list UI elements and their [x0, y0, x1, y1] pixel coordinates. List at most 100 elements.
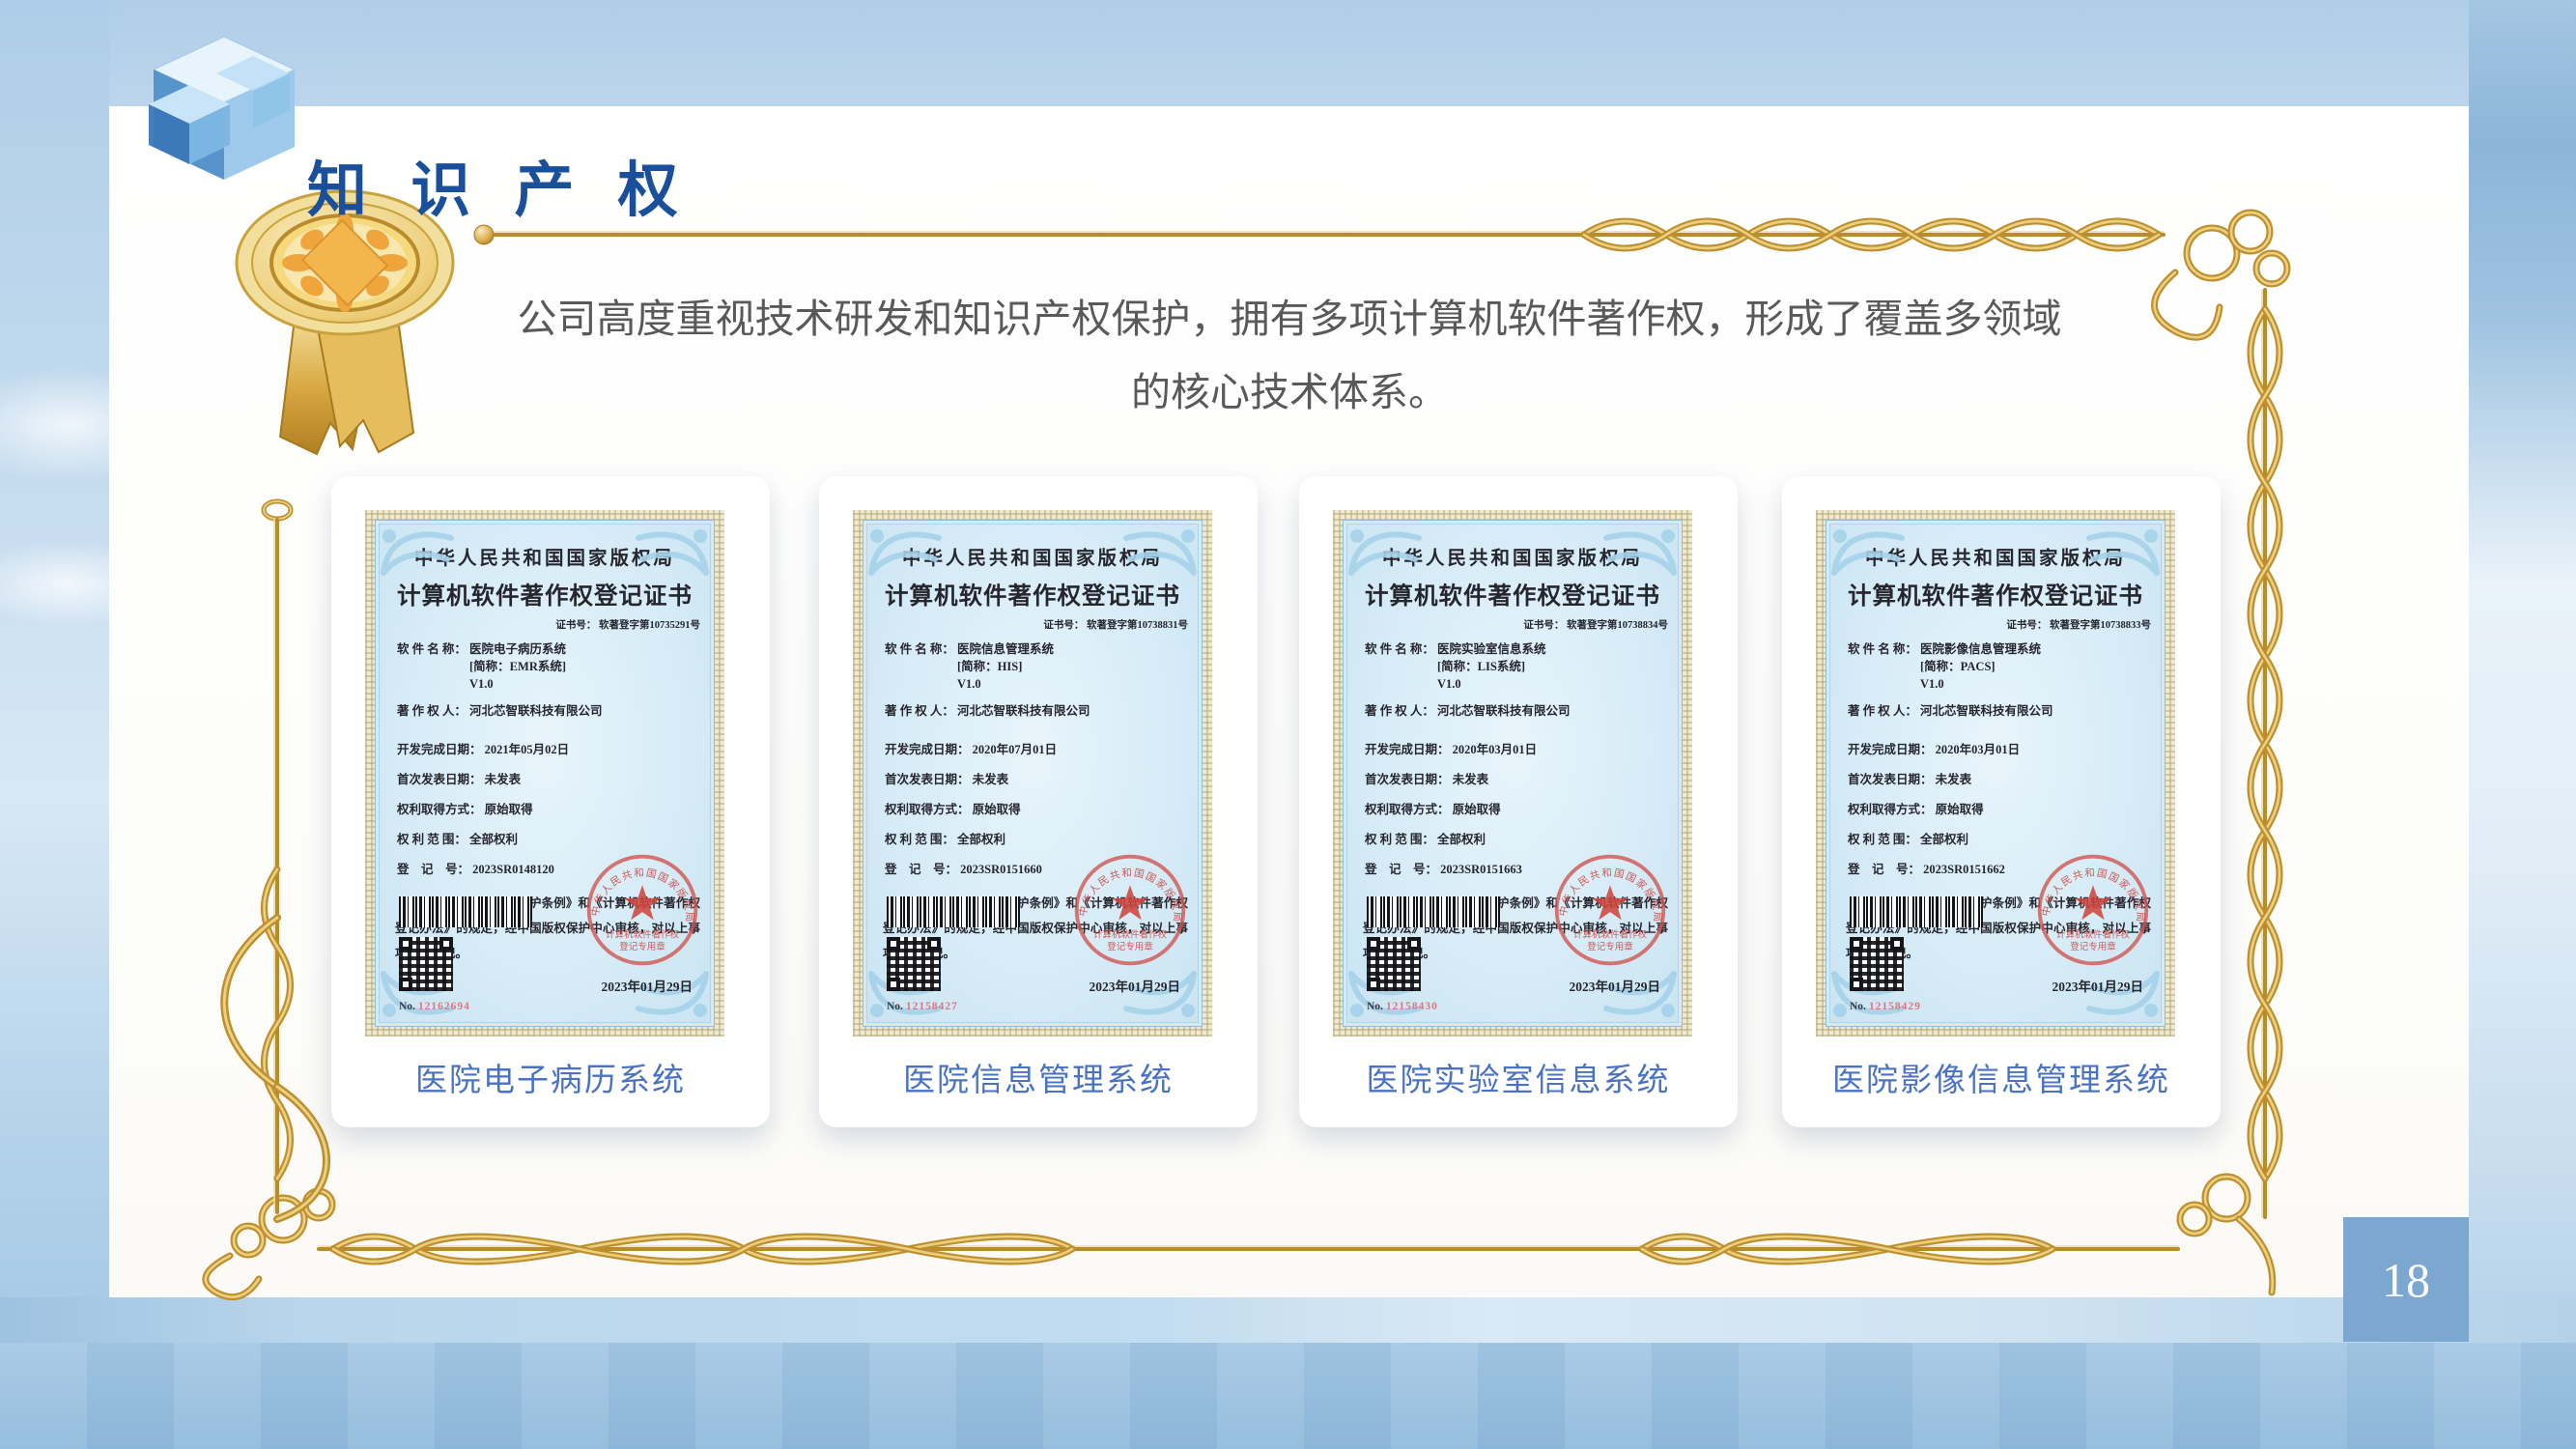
certificate-seal-date: 2023年01月29日	[1090, 976, 1181, 995]
certificate-number-line: 证书号： 软著登字第10738833号	[1826, 617, 2165, 632]
certificate-serial: No. 12158427	[887, 1001, 1032, 1012]
page-title: 知 识 产 权	[307, 141, 692, 228]
certificate-card: 中华人民共和国国家版权局 计算机软件著作权登记证书 证书号： 软著登字第1073…	[331, 476, 770, 1127]
qr-code-icon	[887, 937, 941, 991]
barcode-icon	[399, 896, 532, 927]
field-acquisition: 权利取得方式： 原始取得	[885, 801, 1188, 818]
field-software-name: 软 件 名 称： 医院信息管理系统 [简称：HIS] V1.0	[885, 640, 1188, 693]
certificate-doc-title: 计算机软件著作权登记证书	[863, 578, 1202, 611]
certificate-paper: 中华人民共和国国家版权局 计算机软件著作权登记证书 证书号： 软著登字第1073…	[1826, 520, 2166, 1027]
red-registration-seal-icon: 中华人民共和国国家版权局 计算机软件著作权 登记专用章	[1070, 850, 1190, 970]
certificate-serial: No. 12162694	[399, 1001, 544, 1012]
certificate-seal-date: 2023年01月29日	[2052, 976, 2144, 995]
certificate-doc-title: 计算机软件著作权登记证书	[376, 578, 714, 611]
certificate-fields: 软 件 名 称： 医院电子病历系统 [简称：EMR系统] V1.0 著 作 权 …	[376, 640, 714, 878]
barcode-icon	[1850, 896, 1983, 927]
flourish-corner-icon	[867, 525, 943, 582]
certificate-card: 中华人民共和国国家版权局 计算机软件著作权登记证书 证书号： 软著登字第1073…	[819, 476, 1258, 1127]
field-acquisition: 权利取得方式： 原始取得	[397, 801, 700, 818]
field-dev-date: 开发完成日期： 2020年03月01日	[1848, 741, 2151, 758]
certificate-serial: No. 12158429	[1850, 1001, 1995, 1012]
certificate-fields: 软 件 名 称： 医院信息管理系统 [简称：HIS] V1.0 著 作 权 人：…	[863, 640, 1202, 878]
certificate-card: 中华人民共和国国家版权局 计算机软件著作权登记证书 证书号： 软著登字第1073…	[1299, 476, 1738, 1127]
field-owner: 著 作 权 人： 河北芯智联科技有限公司	[885, 702, 1188, 720]
certificate-codes: No. 12158427	[887, 896, 1032, 1012]
intro-line-1: 公司高度重视技术研发和知识产权保护，拥有多项计算机软件著作权，形成了覆盖多领域	[348, 282, 2231, 355]
certificate-doc-title: 计算机软件著作权登记证书	[1344, 578, 1682, 611]
certificate-serial: No. 12158430	[1367, 1001, 1512, 1012]
svg-text:登记专用章: 登记专用章	[2070, 941, 2116, 952]
svg-text:计算机软件著作权: 计算机软件著作权	[606, 929, 680, 941]
intro-line-2: 的核心技术体系。	[348, 355, 2231, 429]
certificate-seal-date: 2023年01月29日	[1570, 976, 1661, 995]
field-dev-date: 开发完成日期： 2020年03月01日	[1365, 741, 1668, 758]
certificate-number-line: 证书号： 软著登字第10738834号	[1344, 617, 1682, 632]
certificate-codes: No. 12158429	[1850, 896, 1995, 1012]
red-registration-seal-icon: 中华人民共和国国家版权局 计算机软件著作权 登记专用章	[2033, 850, 2153, 970]
certificate-caption: 医院信息管理系统	[819, 1054, 1258, 1100]
field-dev-date: 开发完成日期： 2020年07月01日	[885, 741, 1188, 758]
certificate-codes: No. 12162694	[399, 896, 544, 1012]
field-scope: 权 利 范 围： 全部权利	[1365, 831, 1668, 848]
field-first-publish: 首次发表日期： 未发表	[1365, 771, 1668, 788]
certificate-image: 中华人民共和国国家版权局 计算机软件著作权登记证书 证书号： 软著登字第1073…	[1816, 510, 2175, 1037]
background-sky-left	[0, 0, 109, 1449]
certificate-doc-title: 计算机软件著作权登记证书	[1826, 578, 2165, 611]
field-software-name: 软 件 名 称： 医院影像信息管理系统 [简称：PACS] V1.0	[1848, 640, 2151, 693]
field-owner: 著 作 权 人： 河北芯智联科技有限公司	[397, 702, 700, 720]
certificate-image: 中华人民共和国国家版权局 计算机软件著作权登记证书 证书号： 软著登字第1073…	[365, 510, 724, 1037]
certificate-paper: 中华人民共和国国家版权局 计算机软件著作权登记证书 证书号： 软著登字第1073…	[863, 520, 1203, 1027]
certificate-fields: 软 件 名 称： 医院实验室信息系统 [简称：LIS系统] V1.0 著 作 权…	[1344, 640, 1682, 878]
flourish-corner-icon	[635, 525, 710, 582]
certificate-caption: 医院实验室信息系统	[1299, 1054, 1738, 1100]
field-first-publish: 首次发表日期： 未发表	[397, 771, 700, 788]
certificate-fields: 软 件 名 称： 医院影像信息管理系统 [简称：PACS] V1.0 著 作 权…	[1826, 640, 2165, 878]
background-band-light	[0, 1297, 2576, 1343]
page-number-badge: 18	[2343, 1217, 2469, 1342]
barcode-icon	[887, 896, 1020, 927]
flourish-corner-icon	[1347, 525, 1423, 582]
flourish-corner-icon	[380, 525, 455, 582]
certificate-caption: 医院影像信息管理系统	[1782, 1054, 2221, 1100]
field-first-publish: 首次发表日期： 未发表	[885, 771, 1188, 788]
flourish-corner-icon	[1602, 525, 1678, 582]
flourish-corner-icon	[1830, 525, 1906, 582]
svg-text:计算机软件著作权: 计算机软件著作权	[1093, 929, 1168, 941]
qr-code-icon	[1367, 937, 1421, 991]
field-owner: 著 作 权 人： 河北芯智联科技有限公司	[1365, 702, 1668, 720]
certificate-number-line: 证书号： 软著登字第10735291号	[376, 617, 714, 632]
svg-text:登记专用章: 登记专用章	[1587, 941, 1633, 952]
red-registration-seal-icon: 中华人民共和国国家版权局 计算机软件著作权 登记专用章	[1550, 850, 1670, 970]
certificate-card: 中华人民共和国国家版权局 计算机软件著作权登记证书 证书号： 软著登字第1073…	[1782, 476, 2221, 1127]
certificate-paper: 中华人民共和国国家版权局 计算机软件著作权登记证书 证书号： 软著登字第1073…	[375, 520, 715, 1027]
field-software-name: 软 件 名 称： 医院电子病历系统 [简称：EMR系统] V1.0	[397, 640, 700, 693]
field-first-publish: 首次发表日期： 未发表	[1848, 771, 2151, 788]
flourish-corner-icon	[2085, 525, 2161, 582]
field-scope: 权 利 范 围： 全部权利	[1848, 831, 2151, 848]
red-registration-seal-icon: 中华人民共和国国家版权局 计算机软件著作权 登记专用章	[582, 850, 702, 970]
field-owner: 著 作 权 人： 河北芯智联科技有限公司	[1848, 702, 2151, 720]
certificate-codes: No. 12158430	[1367, 896, 1512, 1012]
field-software-name: 软 件 名 称： 医院实验室信息系统 [简称：LIS系统] V1.0	[1365, 640, 1668, 693]
field-scope: 权 利 范 围： 全部权利	[397, 831, 700, 848]
intro-paragraph: 公司高度重视技术研发和知识产权保护，拥有多项计算机软件著作权，形成了覆盖多领域 …	[348, 282, 2231, 429]
certificate-paper: 中华人民共和国国家版权局 计算机软件著作权登记证书 证书号： 软著登字第1073…	[1343, 520, 1683, 1027]
certificate-image: 中华人民共和国国家版权局 计算机软件著作权登记证书 证书号： 软著登字第1073…	[1333, 510, 1692, 1037]
flourish-corner-icon	[1122, 525, 1198, 582]
certificate-image: 中华人民共和国国家版权局 计算机软件著作权登记证书 证书号： 软著登字第1073…	[853, 510, 1212, 1037]
field-scope: 权 利 范 围： 全部权利	[885, 831, 1188, 848]
background-sky-top	[0, 0, 2576, 106]
background-band-blue	[0, 1343, 2576, 1449]
background-sky-right	[2469, 0, 2576, 1449]
certificate-caption: 医院电子病历系统	[331, 1054, 770, 1100]
certificate-number-line: 证书号： 软著登字第10738831号	[863, 617, 1202, 632]
field-acquisition: 权利取得方式： 原始取得	[1848, 801, 2151, 818]
presentation-slide-page: { "slide": { "title": "知 识 产 权", "intro_…	[0, 0, 2576, 1449]
svg-text:登记专用章: 登记专用章	[619, 941, 665, 952]
svg-text:登记专用章: 登记专用章	[1107, 941, 1153, 952]
field-acquisition: 权利取得方式： 原始取得	[1365, 801, 1668, 818]
field-dev-date: 开发完成日期： 2021年05月02日	[397, 741, 700, 758]
qr-code-icon	[1850, 937, 1904, 991]
qr-code-icon	[399, 937, 453, 991]
certificate-seal-date: 2023年01月29日	[602, 976, 694, 995]
